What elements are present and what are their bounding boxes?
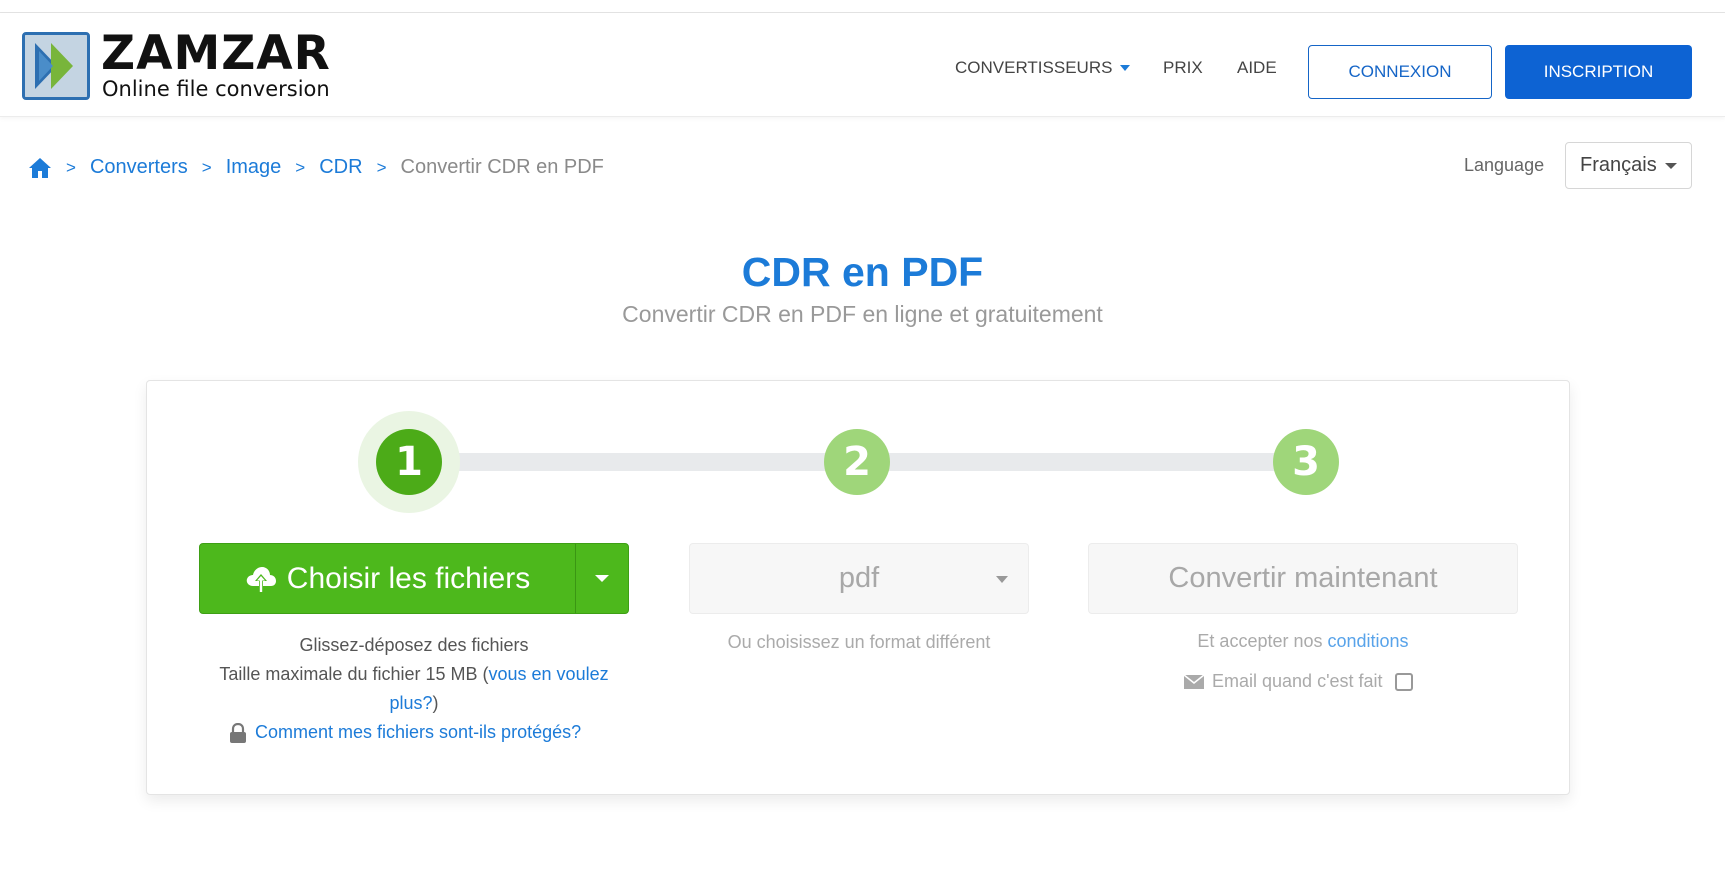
zamzar-logo[interactable]: ZAMZAR ™ Online file conversion — [22, 26, 332, 102]
max-size-close: ) — [432, 693, 439, 713]
convert-now-button[interactable]: Convertir maintenant — [1088, 543, 1518, 614]
signup-button[interactable]: INSCRIPTION — [1505, 45, 1692, 99]
upload-hints: Glissez-déposez des fichiers Taille maxi… — [199, 631, 629, 718]
email-notify-row: Email quand c'est fait — [1184, 671, 1413, 692]
home-icon[interactable] — [28, 157, 52, 179]
nav-pricing[interactable]: PRIX — [1163, 58, 1203, 78]
chevron-down-icon — [1120, 65, 1131, 71]
envelope-icon — [1184, 674, 1204, 689]
nav-converters[interactable]: CONVERTISSEURS — [955, 58, 1131, 78]
breadcrumb-current: Convertir CDR en PDF — [400, 156, 604, 178]
choose-files-button[interactable]: Choisir les fichiers — [200, 544, 576, 613]
breadcrumb-image[interactable]: Image — [226, 156, 282, 179]
drag-drop-hint: Glissez-déposez des fichiers — [299, 635, 529, 655]
step-1-badge: 1 — [376, 429, 442, 495]
step-3-badge: 3 — [1273, 429, 1339, 495]
page-subtitle: Convertir CDR en PDF en ligne et gratuit… — [622, 301, 1103, 327]
converter-card: 1 2 3 Choisir les fichiers Glissez-dépos… — [146, 380, 1570, 795]
email-notify-checkbox[interactable] — [1394, 672, 1413, 691]
logo-wordmark: ZAMZAR — [101, 26, 331, 81]
email-notify-label: Email quand c'est fait — [1212, 671, 1383, 691]
breadcrumb-separator: > — [295, 157, 306, 177]
format-hint: Ou choisissez un format différent — [727, 632, 991, 652]
language-label: Language — [1464, 155, 1545, 175]
output-format-value: pdf — [838, 562, 880, 594]
step-2-badge: 2 — [824, 429, 890, 495]
breadcrumb-converters[interactable]: Converters — [90, 156, 188, 179]
chevron-down-icon — [595, 575, 609, 582]
chevron-down-icon — [1665, 163, 1677, 169]
page-title: CDR en PDF — [741, 249, 984, 295]
output-format-select[interactable]: pdf — [689, 543, 1029, 614]
logo-trademark: ™ — [298, 36, 307, 46]
breadcrumb: > Converters > Image > CDR > Convertir C… — [28, 156, 604, 179]
login-button[interactable]: CONNEXION — [1308, 45, 1492, 99]
lock-icon — [230, 722, 246, 743]
accept-terms-text: Et accepter nos conditions — [1088, 631, 1518, 652]
logo-tagline: Online file conversion — [102, 77, 330, 101]
choose-files-button-group: Choisir les fichiers — [199, 543, 629, 614]
breadcrumb-cdr[interactable]: CDR — [319, 156, 362, 179]
nav-help[interactable]: AIDE — [1237, 58, 1277, 78]
security-link[interactable]: Comment mes fichiers sont-ils protégés? — [255, 722, 581, 743]
chevron-down-icon — [996, 576, 1008, 583]
conditions-link[interactable]: conditions — [1328, 631, 1409, 651]
logo-arrows-icon — [22, 32, 90, 100]
upload-source-dropdown[interactable] — [576, 544, 628, 613]
breadcrumb-separator: > — [376, 157, 387, 177]
max-size-text: Taille maximale du fichier 15 MB ( — [219, 664, 489, 684]
breadcrumb-separator: > — [201, 157, 212, 177]
security-link-row[interactable]: Comment mes fichiers sont-ils protégés? — [229, 722, 581, 743]
language-select[interactable]: Français — [1565, 142, 1692, 189]
max-size-hint: Taille maximale du fichier 15 MB (vous e… — [199, 660, 629, 718]
cloud-upload-icon — [246, 566, 276, 593]
site-header: ZAMZAR ™ Online file conversion CONVERTI… — [0, 13, 1725, 117]
breadcrumb-separator: > — [66, 157, 76, 177]
accept-prefix: Et accepter nos — [1197, 631, 1328, 651]
nav-converters-label: CONVERTISSEURS — [955, 58, 1113, 77]
choose-files-label: Choisir les fichiers — [286, 561, 531, 595]
language-selected: Français — [1580, 154, 1657, 176]
